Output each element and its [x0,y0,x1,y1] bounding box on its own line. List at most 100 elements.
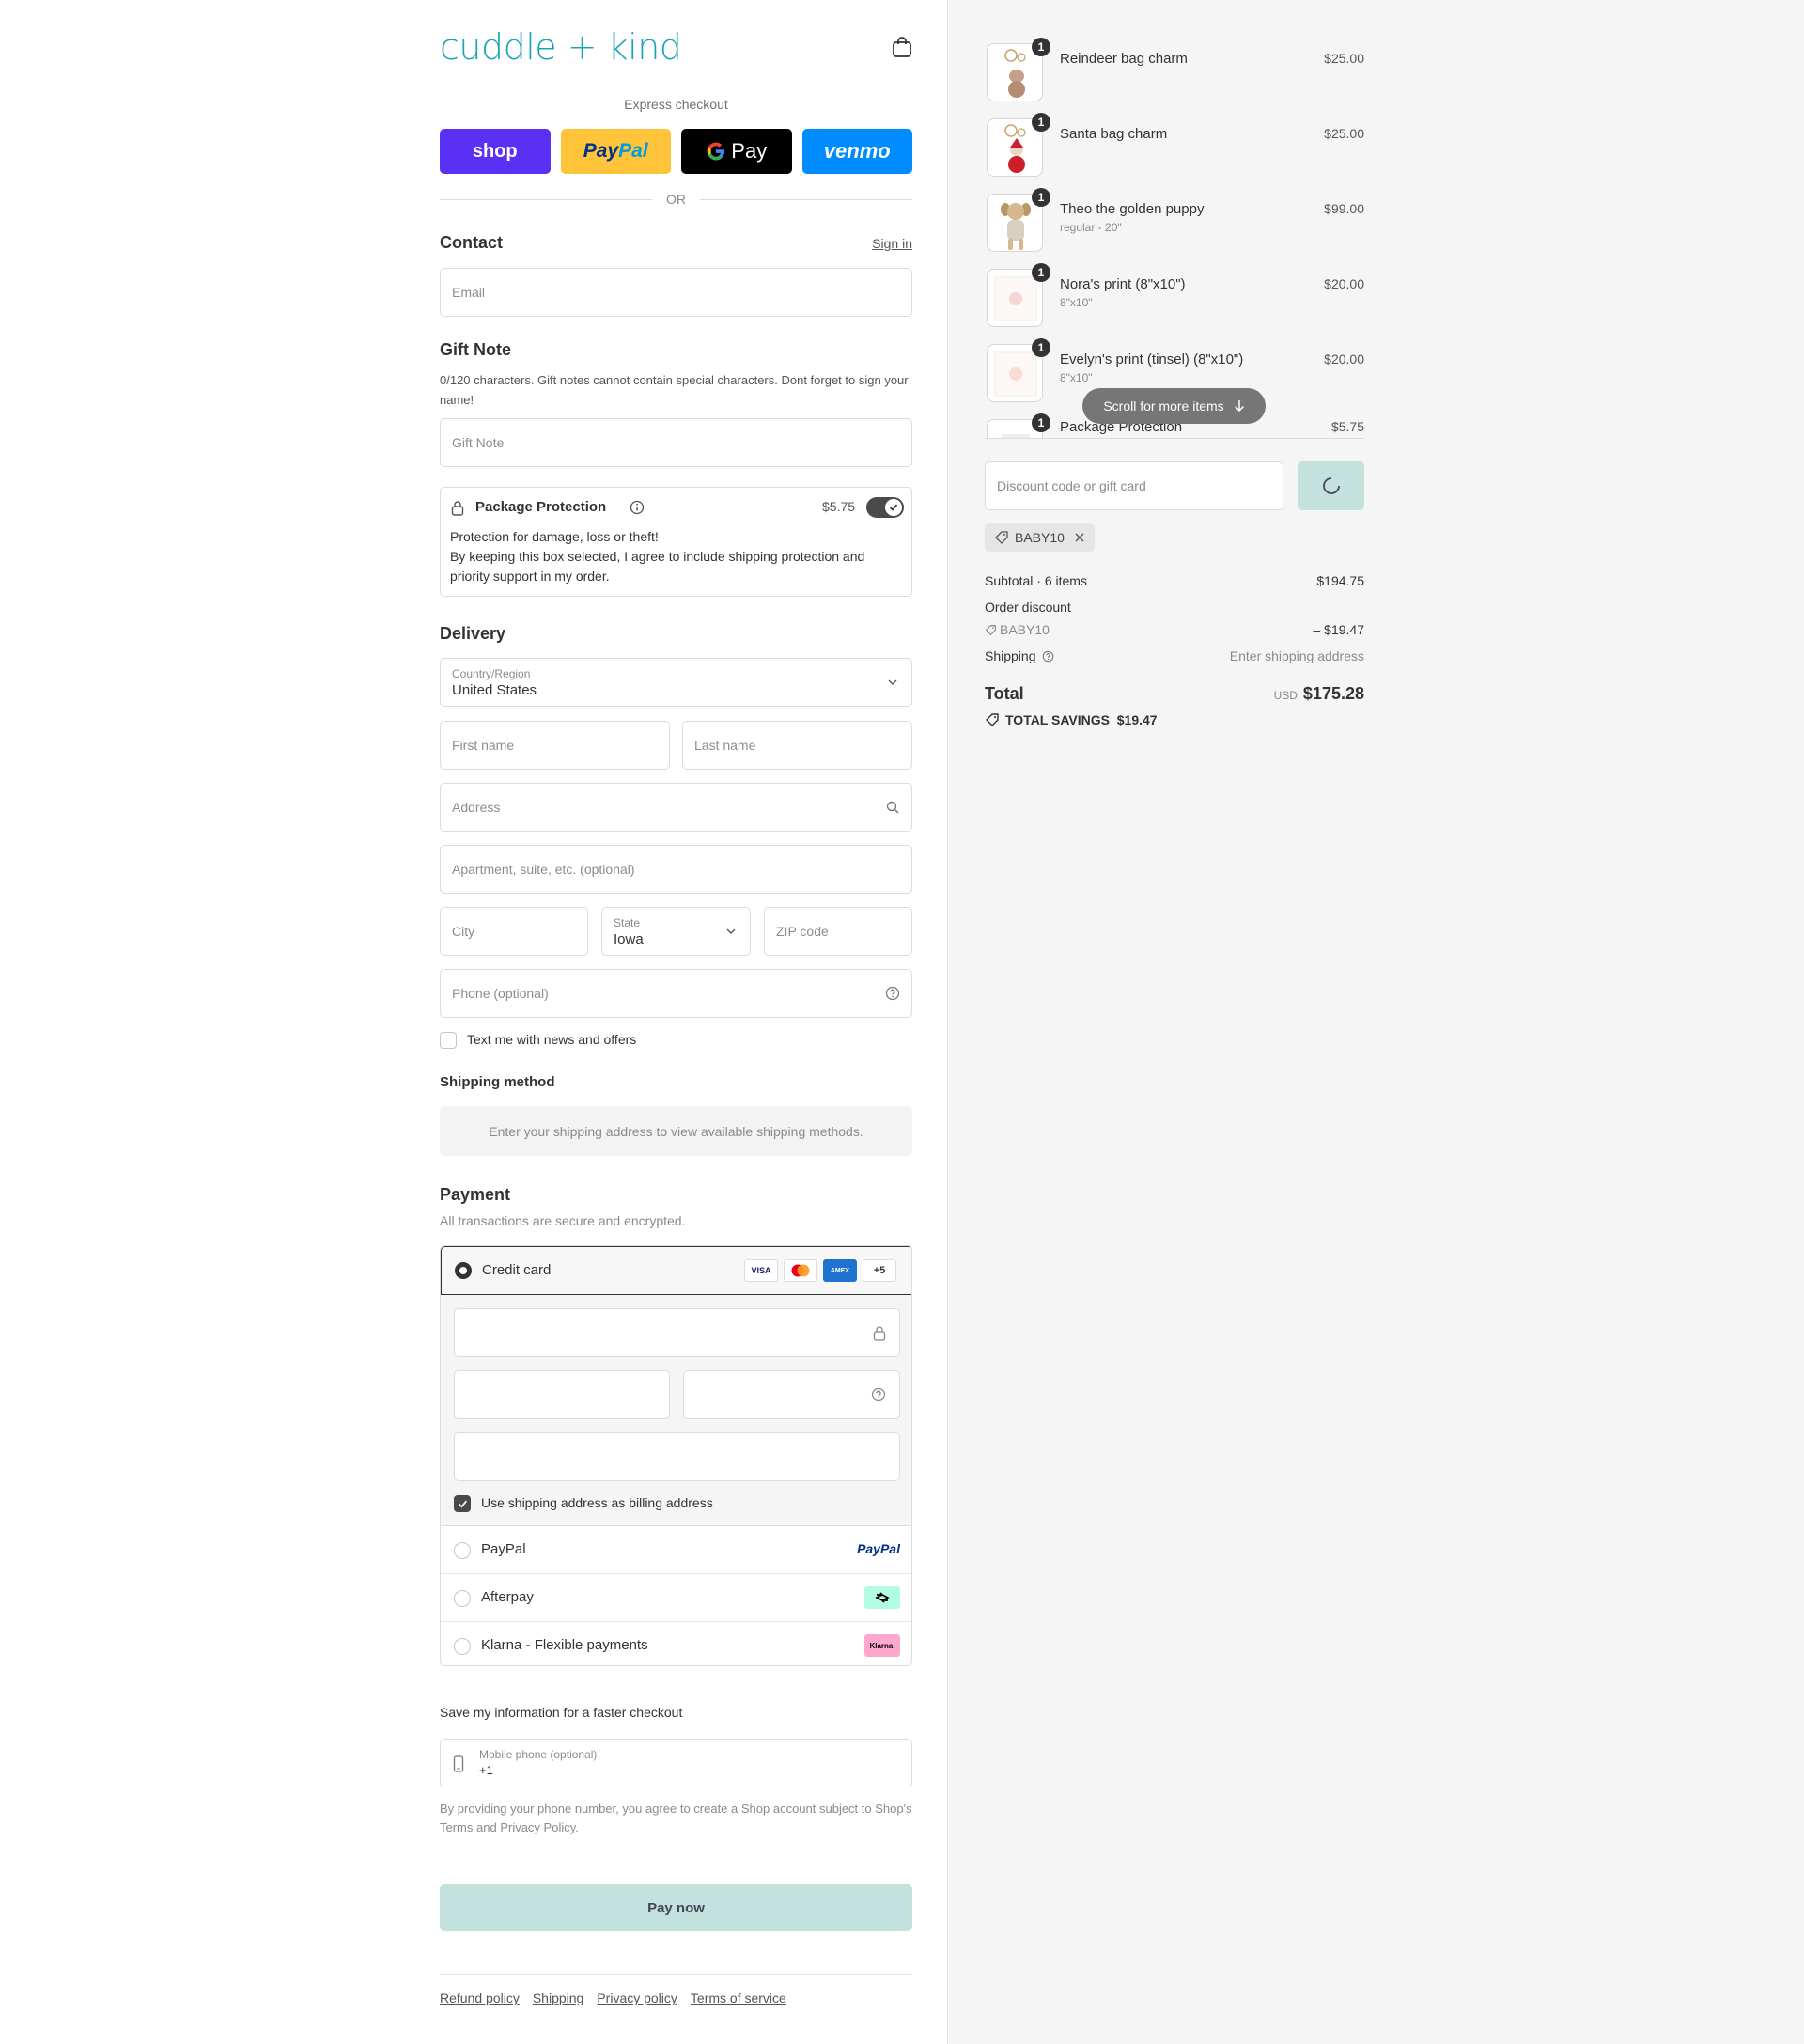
zip-placeholder: ZIP code [776,924,829,939]
credit-card-label: Credit card [482,1262,552,1278]
chevron-down-icon [726,928,736,934]
city-placeholder: City [452,924,475,939]
privacy-policy-link[interactable]: Privacy policy [597,1990,677,2005]
gift-note-help: 0/120 characters. Gift notes cannot cont… [440,373,909,407]
close-icon[interactable] [1074,532,1085,543]
shopping-bag-icon[interactable] [892,36,912,58]
zip-field[interactable]: ZIP code [764,907,912,956]
paypal-option[interactable]: PayPal PayPal [441,1526,911,1574]
item-price: $99.00 [1324,201,1364,216]
cart-items-list[interactable]: 1 Reindeer bag charm $25.00 1 Santa bag … [985,0,1364,439]
scroll-for-more-button[interactable]: Scroll for more items [1082,388,1266,424]
klarna-radio[interactable] [454,1638,471,1655]
item-variant: regular - 20" [1060,221,1122,234]
chevron-down-icon [888,679,897,685]
address-placeholder: Address [452,800,501,815]
shipping-row: Shipping Enter shipping address [985,648,1364,663]
store-logo[interactable]: cuddle + kind [440,26,682,68]
gift-note-heading: Gift Note [440,340,511,359]
mastercard-icon [784,1259,817,1282]
terms-of-service-link[interactable]: Terms of service [691,1990,786,2005]
venmo-button[interactable]: venmo [801,129,912,174]
applied-discount-tag: BABY10 [985,523,1095,552]
quantity-badge: 1 [1032,188,1050,207]
last-name-placeholder: Last name [694,738,756,753]
shipping-method-message: Enter your shipping address to view avai… [489,1123,863,1139]
expiration-date-field[interactable] [454,1370,670,1419]
or-text: OR [666,192,686,207]
total-row: Total USD $175.28 [985,684,1364,704]
afterpay-option[interactable]: Afterpay [441,1574,911,1622]
info-icon[interactable] [630,500,645,515]
shop-privacy-link[interactable]: Privacy Policy [500,1820,575,1834]
help-icon[interactable] [1042,650,1054,663]
loading-spinner-icon [1322,477,1340,494]
subtotal-value: $194.75 [1316,573,1364,588]
last-name-field[interactable]: Last name [682,721,912,770]
gift-note-field[interactable]: Gift Note [440,418,912,467]
email-field[interactable]: Email [440,268,912,317]
klarna-option[interactable]: Klarna - Flexible payments Klarna. [441,1622,911,1665]
address-field[interactable]: Address [440,783,912,832]
paypal-label-a: Pay [583,140,619,162]
state-select[interactable]: State Iowa [601,907,751,956]
item-variant: 8"x10" [1060,371,1093,384]
refund-policy-link[interactable]: Refund policy [440,1990,520,2005]
first-name-field[interactable]: First name [440,721,670,770]
phone-field[interactable]: Phone (optional) [440,969,912,1018]
apply-discount-button[interactable] [1298,461,1364,510]
afterpay-icon [864,1586,900,1609]
footer-links: Refund policy Shipping Privacy policy Te… [440,1990,786,2005]
security-code-field[interactable] [683,1370,900,1419]
country-select[interactable]: Country/Region United States [440,658,912,707]
mobile-phone-field[interactable]: Mobile phone (optional) +1 [440,1739,912,1787]
paypal-button[interactable]: Pay Pal [560,129,671,174]
package-protection-price: $5.75 [822,499,856,514]
search-icon [886,801,899,814]
shipping-value: Enter shipping address [1229,648,1364,663]
apartment-field[interactable]: Apartment, suite, etc. (optional) [440,845,912,894]
shop-terms-link[interactable]: Terms [440,1820,473,1834]
item-name: Nora's print (8"x10") [1060,276,1186,292]
phone-placeholder: Phone (optional) [452,986,549,1001]
card-number-field[interactable] [454,1308,900,1357]
payment-methods: Credit card VISA AMEX +5 Use shipping ad… [440,1245,912,1666]
order-discount-row: Order discount [985,600,1364,615]
discount-code-field[interactable]: Discount code or gift card [985,461,1283,510]
google-g-icon [707,142,725,161]
text-me-checkbox[interactable] [440,1032,457,1049]
tag-icon [986,713,999,726]
lock-icon [873,1326,886,1341]
total-value: $175.28 [1302,684,1364,703]
paypal-radio[interactable] [454,1542,471,1559]
google-pay-button[interactable]: Pay [681,129,792,174]
credit-card-option[interactable]: Credit card VISA AMEX +5 [441,1246,911,1295]
sign-in-link[interactable]: Sign in [872,236,912,251]
quantity-badge: 1 [1032,413,1050,432]
shipping-method-heading: Shipping method [440,1074,555,1090]
contact-heading: Contact [440,233,503,252]
city-field[interactable]: City [440,907,588,956]
billing-same-checkbox[interactable] [454,1495,471,1512]
item-price: $25.00 [1324,126,1364,141]
shop-pay-button[interactable]: shop [440,129,551,174]
express-checkout-buttons: shop Pay Pal Pay venmo [440,129,912,174]
cart-item: 1 Theo the golden puppy regular - 20" $9… [985,188,1364,254]
help-icon[interactable] [885,986,900,1001]
express-checkout-label: Express checkout [624,97,728,112]
more-cards-text: +5 [873,1265,886,1276]
credit-card-radio[interactable] [455,1262,472,1279]
quantity-badge: 1 [1032,338,1050,357]
name-on-card-field[interactable] [454,1432,900,1481]
item-price: $25.00 [1324,51,1364,66]
cart-item: 1 Nora's print (8"x10") 8"x10" $20.00 [985,263,1364,329]
tag-icon [995,531,1008,544]
pay-now-button[interactable]: Pay now [440,1884,912,1931]
applied-code-text: BABY10 [1015,530,1065,545]
mobile-phone-label: Mobile phone (optional) [479,1748,598,1761]
text-me-label: Text me with news and offers [467,1032,637,1047]
afterpay-radio[interactable] [454,1590,471,1607]
package-protection-toggle[interactable] [866,497,904,518]
shipping-policy-link[interactable]: Shipping [533,1990,584,2005]
help-icon[interactable] [871,1387,886,1402]
